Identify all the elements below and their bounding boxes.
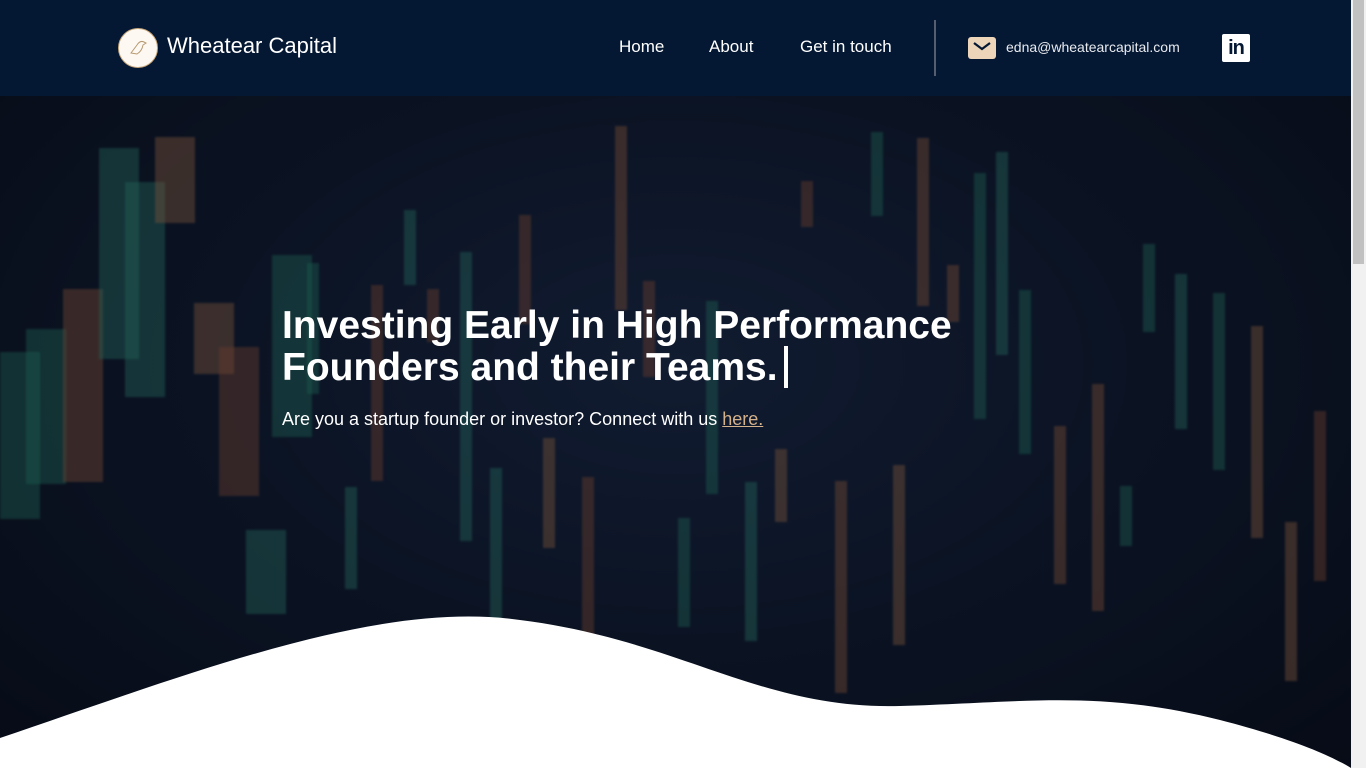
hero-subtitle: Are you a startup founder or investor? C…	[282, 409, 763, 430]
linkedin-icon[interactable]: in	[1222, 34, 1250, 62]
scrollbar-thumb[interactable]	[1353, 0, 1364, 264]
nav-get-in-touch[interactable]: Get in touch	[800, 37, 892, 57]
site-header: Wheatear Capital Home About Get in touch…	[0, 0, 1351, 96]
hero-title: Investing Early in High Performance Foun…	[282, 306, 1042, 388]
hero-title-line1: Investing Early in High Performance	[282, 304, 952, 347]
scrollbar[interactable]	[1351, 0, 1366, 768]
header-divider	[934, 20, 936, 76]
logo[interactable]	[118, 28, 158, 68]
mail-icon[interactable]	[968, 37, 996, 59]
bird-icon	[130, 40, 147, 55]
nav-about[interactable]: About	[709, 37, 753, 57]
nav-home[interactable]: Home	[619, 37, 664, 57]
email-link[interactable]: edna@wheatearcapital.com	[1006, 39, 1180, 55]
typing-cursor	[783, 346, 788, 388]
contact-link[interactable]: here.	[722, 409, 763, 429]
brand-name[interactable]: Wheatear Capital	[167, 33, 337, 59]
hero-title-line2: Founders and their Teams.	[282, 346, 778, 389]
hero-subtitle-text: Are you a startup founder or investor? C…	[282, 409, 723, 429]
